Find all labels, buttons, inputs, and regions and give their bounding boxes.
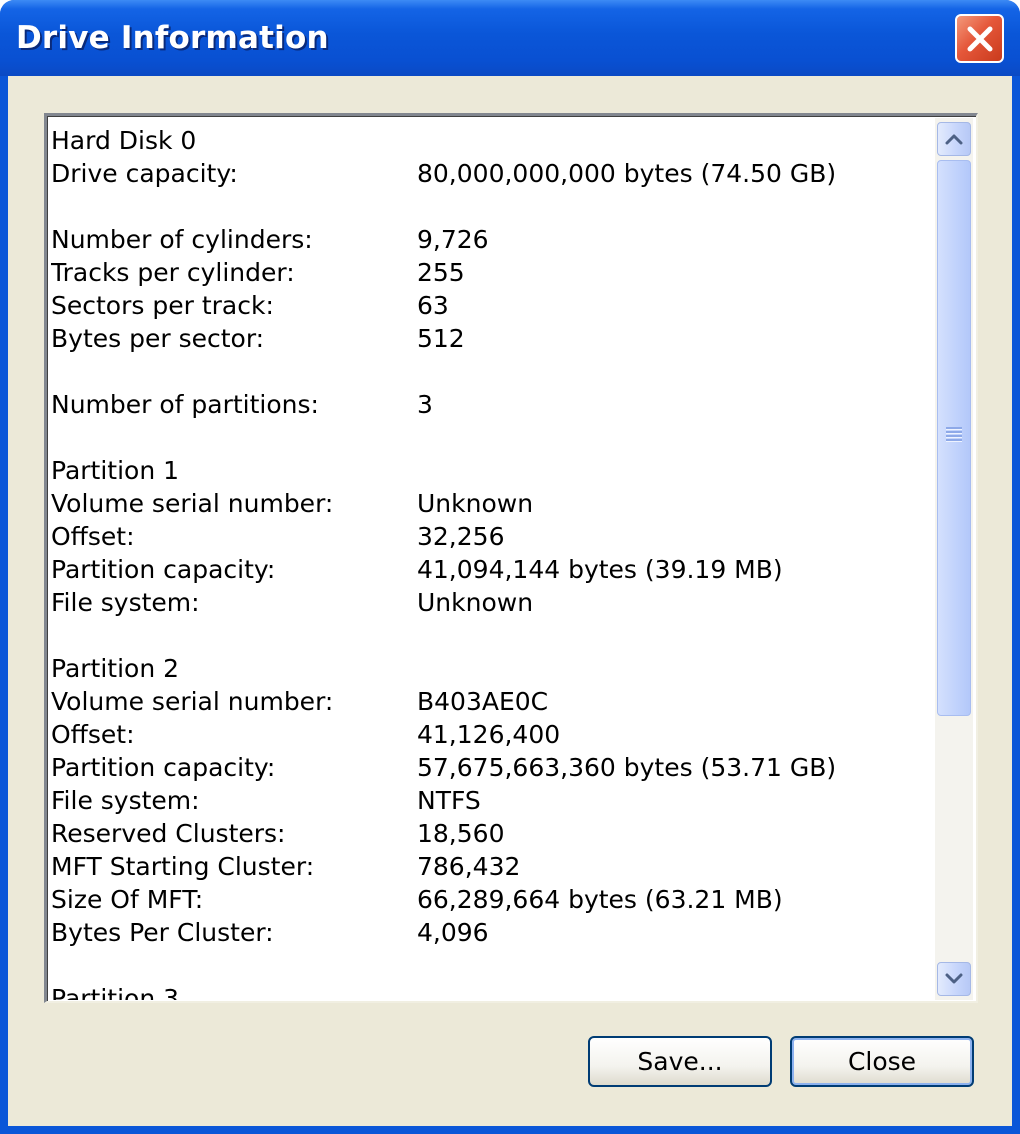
info-value: Unknown <box>417 588 534 617</box>
scroll-thumb[interactable] <box>937 160 971 716</box>
info-row <box>51 949 931 982</box>
info-label: Volume serial number: <box>51 687 334 716</box>
info-row: File system: Unknown <box>51 586 931 619</box>
info-row: Number of cylinders: 9,726 <box>51 223 931 256</box>
info-label: Reserved Clusters: <box>51 819 286 848</box>
info-value: 41,094,144 bytes (39.19 MB) <box>417 555 783 584</box>
info-label: Drive capacity: <box>51 159 238 188</box>
info-row: Reserved Clusters: 18,560 <box>51 817 931 850</box>
scroll-up-button[interactable] <box>937 122 971 156</box>
info-value: 57,675,663,360 bytes (53.71 GB) <box>417 753 837 782</box>
info-row: Offset: 32,256 <box>51 520 931 553</box>
info-row: Volume serial number: B403AE0C <box>51 685 931 718</box>
info-label: Number of partitions: <box>51 390 319 419</box>
info-row: Partition 1 <box>51 454 931 487</box>
info-label: Partition 1 <box>51 456 180 485</box>
info-label: Sectors per track: <box>51 291 274 320</box>
info-value: 4,096 <box>417 918 489 947</box>
info-row <box>51 421 931 454</box>
info-value: 32,256 <box>417 522 505 551</box>
info-value: 786,432 <box>417 852 521 881</box>
info-value: Unknown <box>417 489 534 518</box>
info-row: Partition 3 <box>51 982 931 1000</box>
info-row: Sectors per track: 63 <box>51 289 931 322</box>
info-label: MFT Starting Cluster: <box>51 852 315 881</box>
info-label: File system: <box>51 786 200 815</box>
scroll-down-button[interactable] <box>937 962 971 996</box>
info-label: Number of cylinders: <box>51 225 313 254</box>
info-label: Bytes per sector: <box>51 324 265 353</box>
window-close-button[interactable] <box>955 14 1004 63</box>
close-button[interactable]: Close <box>790 1036 974 1087</box>
info-label: Offset: <box>51 720 135 749</box>
info-row: Bytes per sector: 512 <box>51 322 931 355</box>
info-row: MFT Starting Cluster: 786,432 <box>51 850 931 883</box>
info-value: NTFS <box>417 786 481 815</box>
info-label: Volume serial number: <box>51 489 334 518</box>
info-row: Number of partitions: 3 <box>51 388 931 421</box>
info-row <box>51 619 931 652</box>
info-row: File system: NTFS <box>51 784 931 817</box>
info-value: 41,126,400 <box>417 720 561 749</box>
scroll-down-arrow-icon <box>945 970 963 989</box>
info-row: Size Of MFT: 66,289,664 bytes (63.21 MB) <box>51 883 931 916</box>
scroll-grip-icon <box>946 427 962 441</box>
info-row <box>51 190 931 223</box>
info-row: Partition capacity: 41,094,144 bytes (39.… <box>51 553 931 586</box>
info-label: Partition capacity: <box>51 753 276 782</box>
drive-info-content: Hard Disk 0 Drive capacity: 80,000,000,000… <box>51 120 931 1000</box>
drive-info-listbox[interactable]: Hard Disk 0 Drive capacity: 80,000,000,000… <box>44 113 978 1003</box>
info-label: Bytes Per Cluster: <box>51 918 274 947</box>
info-value: 63 <box>417 291 449 320</box>
title-bar[interactable]: Drive Information <box>0 0 1020 76</box>
save-button[interactable]: Save... <box>588 1036 772 1087</box>
info-value: 66,289,664 bytes (63.21 MB) <box>417 885 783 914</box>
info-value: 18,560 <box>417 819 505 848</box>
info-label: Partition 2 <box>51 654 180 683</box>
info-label: Tracks per cylinder: <box>51 258 295 287</box>
info-label: Size Of MFT: <box>51 885 204 914</box>
info-value: 80,000,000,000 bytes (74.50 GB) <box>417 159 837 188</box>
info-label: Partition 3 <box>51 984 180 1000</box>
info-label: File system: <box>51 588 200 617</box>
drive-information-window: Drive Information Hard Disk 0 Drive capac… <box>0 0 1020 1134</box>
info-row <box>51 355 931 388</box>
dialog-client-area: Hard Disk 0 Drive capacity: 80,000,000,000… <box>8 76 1012 1126</box>
info-value: B403AE0C <box>417 687 549 716</box>
info-row: Drive capacity: 80,000,000,000 bytes (74.… <box>51 157 931 190</box>
info-row: Tracks per cylinder: 255 <box>51 256 931 289</box>
info-label: Offset: <box>51 522 135 551</box>
info-value: 3 <box>417 390 433 419</box>
info-label: Partition capacity: <box>51 555 276 584</box>
info-row: Partition capacity: 57,675,663,360 bytes … <box>51 751 931 784</box>
info-row: Offset: 41,126,400 <box>51 718 931 751</box>
info-row: Bytes Per Cluster: 4,096 <box>51 916 931 949</box>
info-row: Hard Disk 0 <box>51 124 931 157</box>
vertical-scrollbar[interactable] <box>935 118 973 1000</box>
scroll-up-arrow-icon <box>945 130 963 149</box>
info-row: Partition 2 <box>51 652 931 685</box>
close-icon <box>965 24 995 54</box>
info-value: 9,726 <box>417 225 489 254</box>
info-value: 255 <box>417 258 465 287</box>
window-title: Drive Information <box>16 20 329 56</box>
info-label: Hard Disk 0 <box>51 126 197 155</box>
info-row: Volume serial number: Unknown <box>51 487 931 520</box>
info-value: 512 <box>417 324 465 353</box>
